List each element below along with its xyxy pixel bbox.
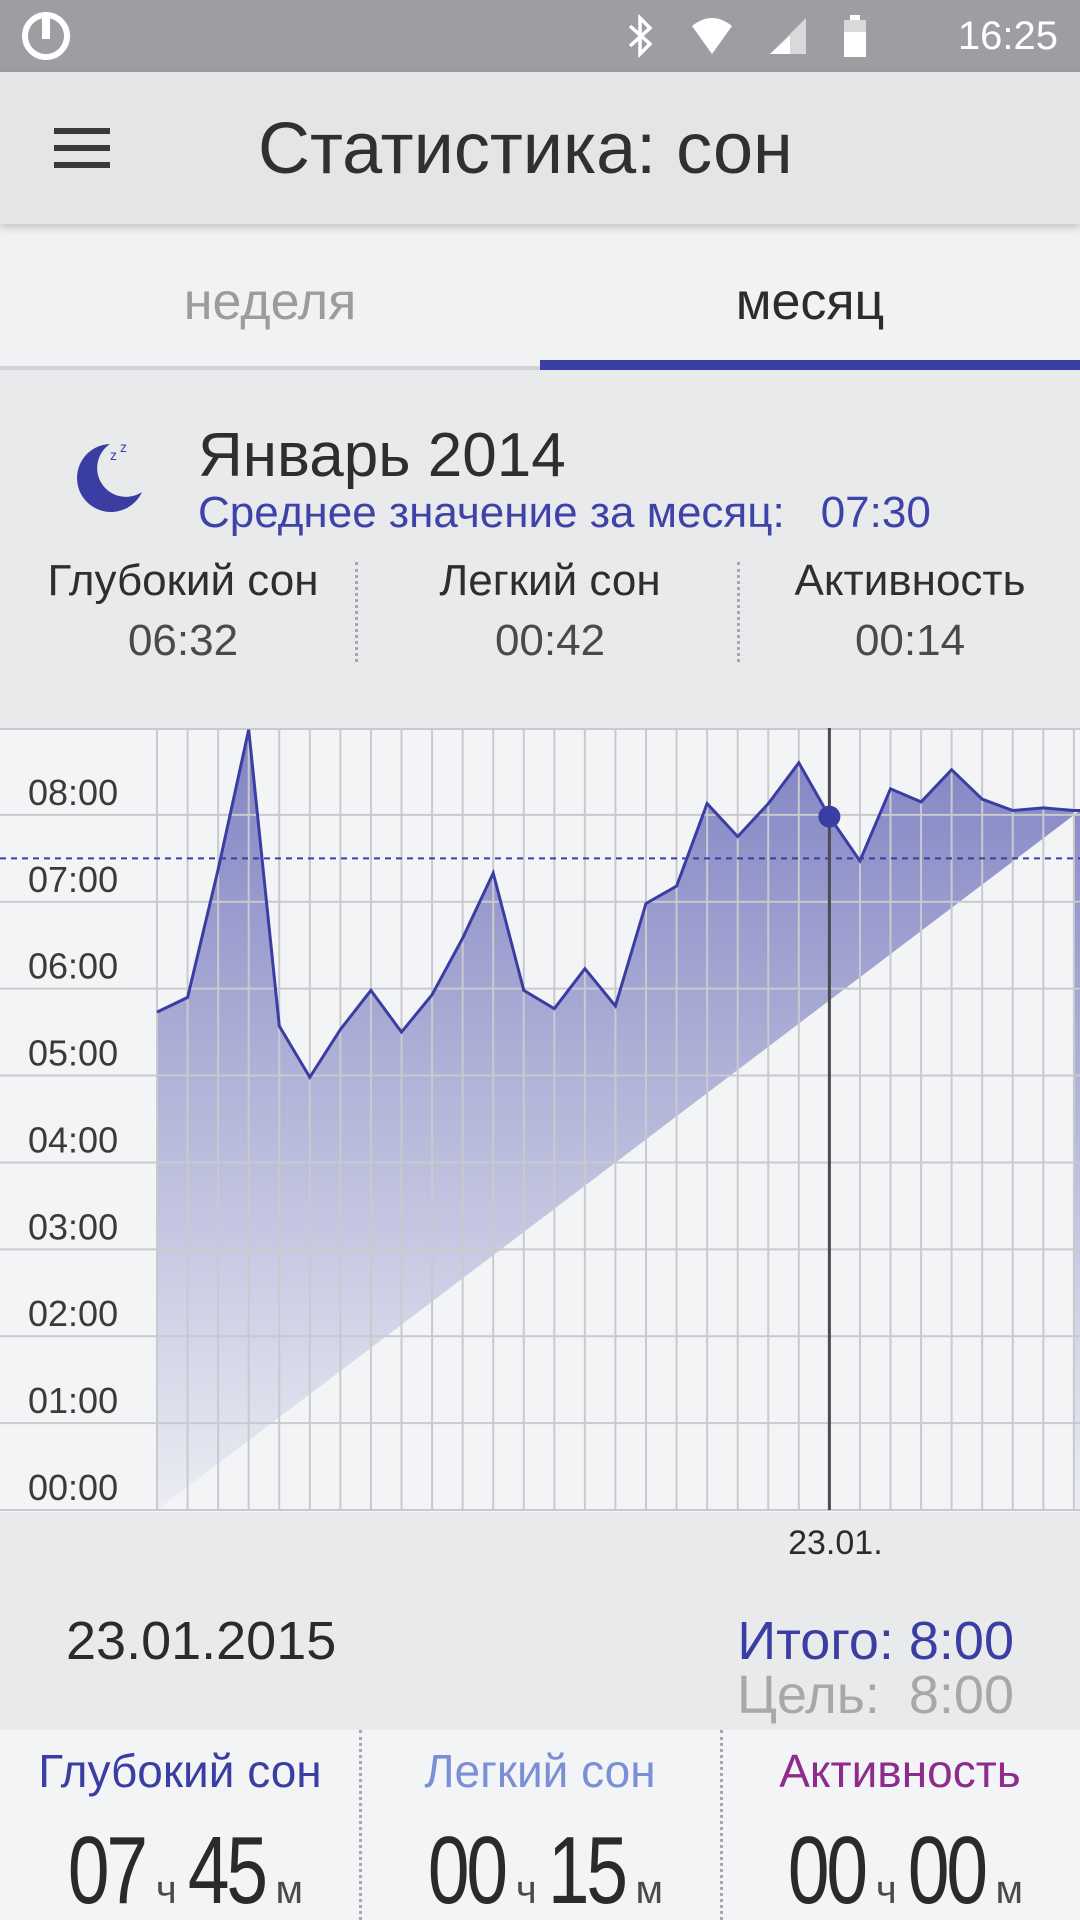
day-detail-stats: Глубокий сон 07 ч 45 м Легкий сон 00 ч 15 м Ак… bbox=[0, 1730, 1080, 1920]
total-value: 8:00 bbox=[908, 1611, 1014, 1671]
goal-line: Цель: 8:00 bbox=[737, 1664, 1014, 1726]
month-title: Январь 2014 bbox=[198, 421, 566, 490]
period-tabs: неделя месяц bbox=[0, 224, 1080, 370]
stat-deep-sleep: Глубокий сон 06:32 bbox=[30, 556, 336, 666]
detail-hours-unit: ч bbox=[875, 1868, 897, 1912]
wifi-icon bbox=[692, 18, 732, 54]
y-tick-label: 01:00 bbox=[28, 1380, 118, 1421]
detail-label: Активность bbox=[779, 1745, 1021, 1797]
status-clock: 16:25 bbox=[957, 14, 1058, 58]
stat-value: 00:42 bbox=[494, 616, 606, 665]
detail-label: Легкий сон bbox=[424, 1745, 656, 1797]
sleep-chart-svg[interactable]: 00:00 01:00 02:00 03:00 04:00 05:00 06:00 07:00… bbox=[0, 728, 1080, 1588]
y-tick-label: 00:00 bbox=[28, 1467, 118, 1508]
stat-activity: Активность 00:14 bbox=[760, 556, 1060, 666]
detail-hours-unit: ч bbox=[155, 1868, 177, 1912]
y-tick-label: 08:00 bbox=[28, 772, 118, 813]
page-title: Статистика: сон bbox=[258, 109, 793, 189]
detail-value: 00 ч 00 м bbox=[720, 1816, 1080, 1920]
y-tick-label: 07:00 bbox=[28, 859, 118, 900]
y-tick-label: 06:00 bbox=[28, 946, 118, 987]
x-axis-band bbox=[0, 1512, 1080, 1588]
day-detail-header: 23.01.2015 Итого: 8:00 Цель: 8:00 bbox=[0, 1588, 1080, 1730]
stat-value: 00:14 bbox=[854, 616, 966, 665]
detail-hours-unit: ч bbox=[515, 1868, 537, 1912]
status-bar: 16:25 bbox=[0, 0, 1080, 72]
y-tick-label: 03:00 bbox=[28, 1206, 118, 1247]
svg-text:z: z bbox=[120, 439, 127, 455]
stat-label: Глубокий сон bbox=[47, 556, 319, 605]
app-logo-icon bbox=[22, 12, 70, 60]
stat-divider bbox=[355, 562, 358, 662]
detail-minutes: 15 bbox=[547, 1817, 628, 1920]
average-label: Среднее значение за месяц: bbox=[198, 488, 785, 537]
total-line: Итого: 8:00 bbox=[737, 1610, 1014, 1672]
detail-hours: 07 bbox=[67, 1817, 148, 1920]
detail-minutes: 00 bbox=[907, 1817, 988, 1920]
tab-selected-indicator bbox=[540, 360, 1080, 370]
month-summary: z z Январь 2014 Среднее значение за меся… bbox=[0, 370, 1080, 728]
bluetooth-icon bbox=[628, 14, 653, 58]
goal-value: 8:00 bbox=[908, 1665, 1014, 1725]
detail-minutes-unit: м bbox=[275, 1868, 303, 1912]
detail-activity: Активность 00 ч 00 м bbox=[720, 1730, 1080, 1920]
total-label: Итого: bbox=[737, 1611, 894, 1671]
y-tick-label: 04:00 bbox=[28, 1119, 118, 1160]
detail-hours: 00 bbox=[427, 1817, 508, 1920]
hamburger-menu-icon[interactable] bbox=[40, 116, 124, 180]
tab-month[interactable]: месяц bbox=[540, 224, 1080, 370]
battery-icon bbox=[844, 15, 866, 57]
app-bar: Статистика: сон bbox=[0, 72, 1080, 224]
detail-minutes-unit: м bbox=[995, 1868, 1023, 1912]
detail-deep-sleep: Глубокий сон 07 ч 45 м bbox=[0, 1730, 360, 1920]
goal-label: Цель: bbox=[737, 1665, 880, 1725]
sleep-chart[interactable]: 00:00 01:00 02:00 03:00 04:00 05:00 06:00 07:00… bbox=[0, 728, 1080, 1588]
stat-label: Легкий сон bbox=[439, 556, 661, 605]
detail-value: 00 ч 15 м bbox=[360, 1816, 720, 1920]
selected-day-label: 23.01. bbox=[788, 1524, 883, 1562]
stat-value: 06:32 bbox=[127, 616, 239, 665]
monthly-average: Среднее значение за месяц: 07:30 bbox=[198, 488, 931, 538]
detail-label: Глубокий сон bbox=[38, 1745, 322, 1797]
stat-label: Активность bbox=[794, 556, 1026, 605]
detail-light-sleep: Легкий сон 00 ч 15 м bbox=[360, 1730, 720, 1920]
average-value: 07:30 bbox=[820, 488, 931, 537]
y-tick-label: 02:00 bbox=[28, 1293, 118, 1334]
tab-week[interactable]: неделя bbox=[0, 224, 540, 370]
detail-minutes: 45 bbox=[187, 1817, 268, 1920]
selected-point[interactable] bbox=[818, 805, 841, 828]
svg-text:z: z bbox=[110, 447, 117, 463]
selected-date: 23.01.2015 bbox=[66, 1611, 337, 1671]
detail-hours: 00 bbox=[787, 1817, 868, 1920]
signal-icon bbox=[770, 18, 806, 54]
detail-value: 07 ч 45 м bbox=[0, 1816, 360, 1920]
moon-sleep-icon: z z bbox=[77, 439, 142, 512]
stat-light-sleep: Легкий сон 00:42 bbox=[400, 556, 700, 666]
stat-divider bbox=[737, 562, 740, 662]
detail-minutes-unit: м bbox=[635, 1868, 663, 1912]
y-tick-label: 05:00 bbox=[28, 1033, 118, 1074]
